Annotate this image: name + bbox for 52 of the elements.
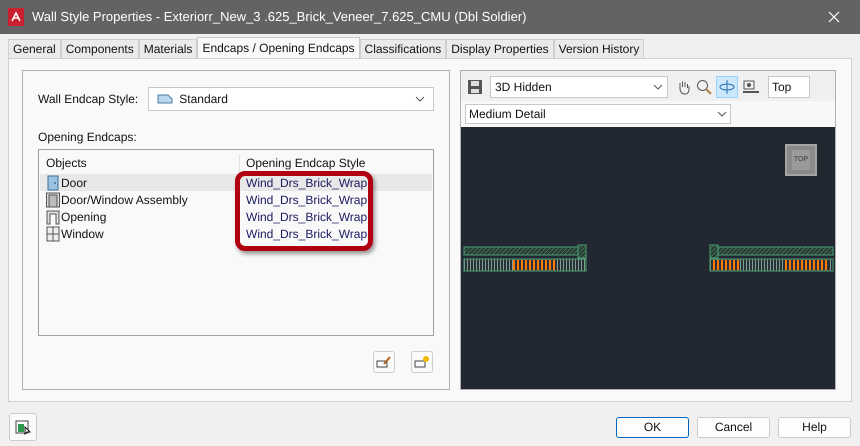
object-name: Opening bbox=[61, 208, 106, 226]
object-name: Door/Window Assembly bbox=[61, 192, 188, 208]
endcap-style-name: Wind_Drs_Brick_Wrap bbox=[245, 208, 368, 226]
tab[interactable]: Components bbox=[60, 39, 139, 58]
door-frame-icon bbox=[46, 192, 60, 208]
tab[interactable]: Materials bbox=[138, 39, 198, 58]
orbit-icon bbox=[719, 79, 735, 95]
dialog-button[interactable]: Help bbox=[778, 416, 851, 438]
list-row[interactable]: Opening Wind_Drs_Brick_Wrap bbox=[40, 208, 432, 225]
endcap-style-dropdown[interactable]: Standard bbox=[148, 87, 434, 111]
new-item-icon bbox=[414, 355, 430, 369]
column-header[interactable]: Objects bbox=[40, 154, 240, 172]
endcap-style-name: Wind_Drs_Brick_Wrap bbox=[245, 226, 368, 242]
list-row[interactable]: Door Wind_Drs_Brick_Wrap bbox=[40, 174, 432, 191]
section-label: Opening Endcaps: bbox=[38, 129, 138, 146]
zoom-icon[interactable] bbox=[696, 79, 712, 95]
tab[interactable]: Display Properties bbox=[446, 39, 554, 58]
tab[interactable]: Classifications bbox=[360, 39, 446, 58]
list-row[interactable]: Window Wind_Drs_Brick_Wrap bbox=[40, 225, 432, 242]
endcap-style-name: Wind_Drs_Brick_Wrap bbox=[245, 174, 368, 192]
tab[interactable]: Endcaps / Opening Endcaps bbox=[197, 37, 360, 58]
chevron-icon bbox=[653, 84, 663, 90]
dialog-button[interactable]: OK bbox=[616, 416, 689, 438]
object-name: Window bbox=[61, 226, 104, 242]
edit-style-button[interactable] bbox=[373, 351, 395, 373]
field-label: Wall Endcap Style: bbox=[38, 91, 138, 108]
app-logo-icon bbox=[8, 8, 24, 26]
chevron-icon bbox=[717, 111, 727, 117]
tab[interactable]: Version History bbox=[554, 39, 644, 58]
pencil-icon bbox=[376, 355, 392, 369]
detail-level-dropdown[interactable]: Medium Detail bbox=[465, 104, 731, 124]
new-style-button[interactable] bbox=[411, 351, 433, 373]
endcap-shape-icon bbox=[157, 94, 174, 104]
chevron-icon bbox=[415, 96, 425, 102]
save-icon[interactable] bbox=[467, 79, 483, 95]
view-field[interactable]: Top bbox=[768, 76, 810, 98]
dialog-button[interactable]: Cancel bbox=[697, 416, 770, 438]
endcap-style-name: Wind_Drs_Brick_Wrap bbox=[245, 192, 368, 208]
visual-style-dropdown[interactable]: 3D Hidden bbox=[490, 76, 668, 98]
tab[interactable]: General bbox=[8, 39, 61, 58]
window-title: Wall Style Properties - Exteriorr_New_3 .625_Brick_Veneer_7.625_CMU (Dbl Soldier) bbox=[32, 8, 528, 26]
orbit-button[interactable] bbox=[716, 76, 738, 98]
window-cursor-icon bbox=[15, 419, 31, 435]
opening-icon bbox=[46, 208, 60, 224]
window-select-button[interactable] bbox=[9, 413, 37, 441]
door-icon bbox=[46, 174, 60, 190]
list-row[interactable]: Door/Window Assembly Wind_Drs_Brick_Wrap bbox=[40, 191, 432, 208]
window-icon bbox=[46, 226, 60, 242]
close-icon[interactable] bbox=[828, 11, 840, 23]
column-header[interactable]: Opening Endcap Style bbox=[240, 154, 366, 172]
object-name: Door bbox=[61, 174, 88, 192]
camera-icon[interactable] bbox=[742, 79, 760, 95]
